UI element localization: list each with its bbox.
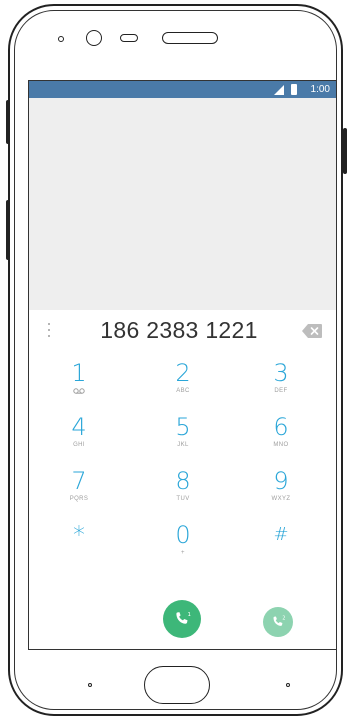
key-9-digit: 9 — [273, 467, 289, 495]
key-6-letters: MNO — [273, 442, 289, 448]
key-5-digit: 5 — [175, 413, 191, 441]
front-camera — [86, 30, 102, 46]
overflow-menu-icon[interactable] — [47, 323, 51, 337]
side-button — [6, 200, 10, 260]
key-3-digit: 3 — [273, 359, 289, 387]
screen: 1:00 186 2383 1221 1 2 ABC 3 DEF 4 GHI 5… — [28, 80, 337, 650]
key-hash-digit: # — [273, 524, 289, 545]
phone-sim2-icon: 2 — [273, 616, 285, 626]
key-6[interactable]: 6 MNO — [241, 414, 321, 468]
sim1-label: 1 — [188, 612, 192, 618]
key-7-letters: PQRS — [69, 496, 89, 502]
back-key-dot — [88, 683, 92, 687]
device-frame: 1:00 186 2383 1221 1 2 ABC 3 DEF 4 GHI 5… — [0, 0, 353, 722]
key-2-digit: 2 — [175, 359, 191, 387]
status-bar: 1:00 — [29, 81, 336, 98]
key-0[interactable]: 0 + — [143, 522, 223, 576]
key-1-digit: 1 — [71, 359, 87, 387]
key-1[interactable]: 1 — [39, 360, 119, 414]
key-star[interactable]: * — [39, 522, 119, 576]
phone-sim1-icon: 1 — [176, 612, 192, 624]
key-2-letters: ABC — [176, 388, 190, 394]
key-star-digit: * — [73, 521, 85, 549]
key-7-digit: 7 — [71, 467, 87, 495]
status-time: 1:00 — [310, 84, 330, 95]
sim2-label: 2 — [282, 616, 285, 622]
key-0-letters: + — [181, 550, 185, 556]
call-sim2-button[interactable]: 2 — [263, 607, 293, 637]
key-6-digit: 6 — [273, 413, 289, 441]
key-8-digit: 8 — [175, 467, 191, 495]
backspace-icon[interactable] — [302, 324, 322, 338]
key-9[interactable]: 9 WXYZ — [241, 468, 321, 522]
battery-icon — [291, 84, 297, 95]
front-sensor — [58, 36, 64, 42]
key-7[interactable]: 7 PQRS — [39, 468, 119, 522]
key-4[interactable]: 4 GHI — [39, 414, 119, 468]
key-5-letters: JKL — [177, 442, 189, 448]
call-sim1-button[interactable]: 1 — [163, 600, 201, 638]
key-hash[interactable]: # — [241, 522, 321, 576]
earpiece-speaker — [162, 32, 218, 44]
cell-signal-icon — [274, 85, 284, 95]
dialpad: 186 2383 1221 1 2 ABC 3 DEF 4 GHI 5 JKL … — [29, 310, 336, 649]
key-2[interactable]: 2 ABC — [143, 360, 223, 414]
key-9-letters: WXYZ — [271, 496, 291, 502]
proximity-sensor — [120, 34, 138, 42]
key-0-digit: 0 — [175, 521, 191, 549]
call-log-area — [29, 98, 336, 310]
number-row: 186 2383 1221 — [29, 310, 336, 350]
power-button — [343, 128, 347, 174]
key-3-letters: DEF — [274, 388, 288, 394]
voicemail-icon — [73, 388, 85, 394]
key-8[interactable]: 8 TUV — [143, 468, 223, 522]
recents-key-dot — [286, 683, 290, 687]
key-8-letters: TUV — [176, 496, 190, 502]
dialed-number[interactable]: 186 2383 1221 — [79, 316, 279, 344]
key-3[interactable]: 3 DEF — [241, 360, 321, 414]
key-4-letters: GHI — [73, 442, 85, 448]
home-button[interactable] — [144, 666, 210, 704]
key-5[interactable]: 5 JKL — [143, 414, 223, 468]
volume-button — [6, 100, 10, 144]
key-4-digit: 4 — [71, 413, 87, 441]
